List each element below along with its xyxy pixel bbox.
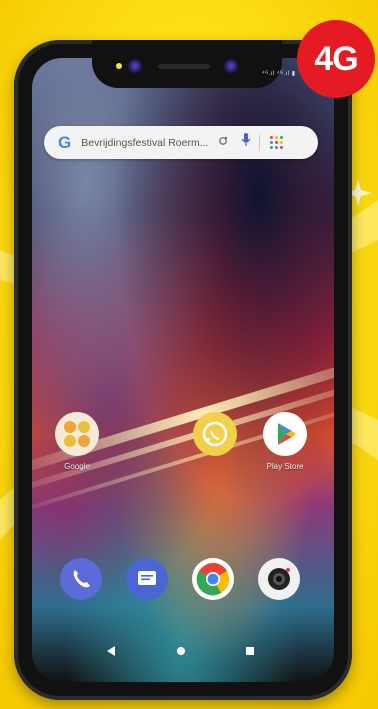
app-label: Google xyxy=(64,462,90,471)
back-icon[interactable] xyxy=(106,643,116,661)
play-store-icon xyxy=(263,412,307,456)
app-label: Play Store xyxy=(266,462,304,471)
messages-icon[interactable] xyxy=(126,558,168,600)
google-logo-icon: G xyxy=(58,132,72,152)
app-whatsapp[interactable] xyxy=(192,412,238,456)
camera-icon[interactable] xyxy=(258,558,300,600)
front-camera-left xyxy=(128,59,142,73)
earpiece-speaker xyxy=(158,64,210,69)
4g-badge: 4G xyxy=(297,20,375,98)
google-search-bar[interactable]: G Bevrijdingsfestival Roerm... xyxy=(44,126,318,159)
phone-icon[interactable] xyxy=(60,558,102,600)
front-camera-right xyxy=(224,59,238,73)
google-folder-icon xyxy=(55,412,99,456)
home-icon[interactable] xyxy=(176,643,186,661)
search-query[interactable]: Bevrijdingsfestival Roerm... xyxy=(81,137,211,149)
app-google-folder[interactable]: Google xyxy=(54,412,100,471)
chrome-icon[interactable] xyxy=(192,558,234,600)
whatsapp-icon xyxy=(193,412,237,456)
mic-icon[interactable] xyxy=(241,133,251,152)
recents-icon[interactable] xyxy=(245,643,255,661)
search-divider xyxy=(259,134,261,151)
status-bar-signal: ⁴ᴳ.ıl ⁴ᴳ.ıl ▮ xyxy=(262,71,296,77)
notification-led xyxy=(116,63,122,69)
apps-grid-icon[interactable] xyxy=(270,136,284,149)
lens-icon[interactable] xyxy=(217,134,229,152)
badge-label: 4G xyxy=(314,39,358,78)
app-play-store[interactable]: Play Store xyxy=(262,412,308,471)
